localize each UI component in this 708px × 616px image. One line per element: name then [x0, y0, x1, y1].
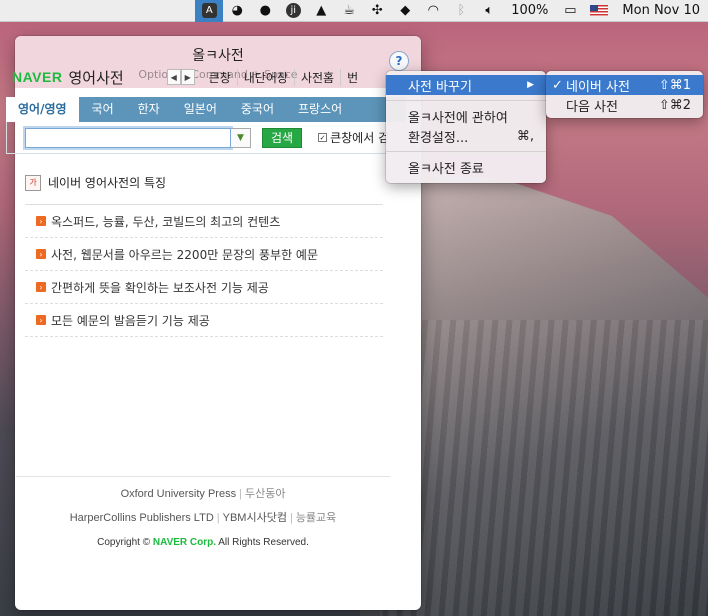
- back-arrow-icon[interactable]: ◀: [166, 69, 181, 85]
- submenu-item-naver[interactable]: ✓ 네이버 사전 ⇧⌘1: [546, 75, 703, 95]
- tab-english[interactable]: 영어/영영: [5, 97, 80, 122]
- features-heading: 가 네이버 영어사전의 특징: [25, 174, 166, 191]
- menu-item-preferences[interactable]: 환경설정... ⌘,: [386, 126, 546, 146]
- battery-icon[interactable]: ▭: [556, 0, 584, 22]
- pinwheel-icon[interactable]: ✣: [363, 0, 391, 22]
- list-item: › 옥스퍼드, 능률, 두산, 코빌드의 최고의 컨텐츠: [25, 205, 383, 238]
- footer: Oxford University Press | 두산동아 HarperColli…: [16, 476, 390, 548]
- arrow-bullet-icon: ›: [36, 249, 46, 259]
- copyright: Copyright © NAVER Corp. All Rights Reser…: [97, 537, 309, 548]
- menu-item-switch-dictionary[interactable]: 사전 바꾸기 ▶: [386, 75, 546, 95]
- naver-shortcut: ⇧⌘1: [658, 77, 691, 93]
- app-dict-icon[interactable]: A: [195, 0, 224, 22]
- tab-korean[interactable]: 국어: [80, 97, 126, 122]
- search-input[interactable]: [25, 127, 231, 148]
- tab-hanja[interactable]: 한자: [126, 97, 172, 122]
- link-wordbook[interactable]: 내단어장: [236, 68, 294, 86]
- forward-arrow-icon[interactable]: ▶: [180, 69, 195, 85]
- link-translate[interactable]: 번: [340, 68, 364, 86]
- list-item: › 모든 예문의 발음듣기 기능 제공: [25, 304, 383, 337]
- menu-separator: [386, 151, 546, 152]
- preferences-shortcut: ⌘,: [516, 128, 534, 144]
- bluetooth-icon[interactable]: ᛒ: [447, 0, 475, 22]
- checkbox-icon[interactable]: ✓: [318, 133, 328, 142]
- link-large-window[interactable]: 큰창: [203, 69, 237, 86]
- context-menu: 사전 바꾸기 ▶ 올ㅋ사전에 관하여 환경설정... ⌘, 올ㅋ사전 종료: [386, 71, 546, 183]
- wifi-icon[interactable]: ◠: [419, 0, 447, 22]
- timer-icon[interactable]: ◕: [223, 0, 251, 22]
- list-item: › 사전, 웹문서를 아우르는 2200만 문장의 풍부한 예문: [25, 238, 383, 271]
- link-dict-home[interactable]: 사전홈: [293, 68, 340, 86]
- menu-bar: A ◕ ● ji ▲ ☕ ✣ ◆ ◠ ᛒ 🔈︎ 100% ▭ Mon Nov 1…: [0, 0, 708, 22]
- submenu-item-daum[interactable]: 다음 사전 ⇧⌘2: [546, 95, 703, 115]
- tab-chinese[interactable]: 중국어: [229, 97, 286, 122]
- chat-icon[interactable]: ●: [251, 0, 279, 22]
- arrow-bullet-icon: ›: [36, 282, 46, 292]
- coffee-icon[interactable]: ☕: [335, 0, 363, 22]
- footer-publishers-1: Oxford University Press | 두산동아: [120, 488, 286, 500]
- naver-header: NAVER 영어사전 ◀ ▶ 큰창 내단어장 사전홈 번: [12, 66, 402, 88]
- desktop-wallpaper-texture: [380, 320, 708, 616]
- clock[interactable]: Mon Nov 10: [614, 3, 708, 18]
- ji-icon[interactable]: ji: [279, 0, 307, 22]
- features-list: › 옥스퍼드, 능률, 두산, 코빌드의 최고의 컨텐츠 › 사전, 웹문서를 …: [25, 204, 383, 337]
- list-item: › 간편하게 뜻을 확인하는 보조사전 기능 제공: [25, 271, 383, 304]
- flag-icon[interactable]: [590, 5, 609, 16]
- submenu-arrow-icon: ▶: [527, 80, 534, 90]
- menu-item-quit[interactable]: 올ㅋ사전 종료: [386, 157, 546, 177]
- chevron-down-icon[interactable]: ▼: [231, 127, 251, 148]
- features-heading-text: 네이버 영어사전의 특징: [48, 176, 167, 190]
- dictionary-badge-icon: 가: [25, 174, 41, 191]
- tab-japanese[interactable]: 일본어: [172, 97, 229, 122]
- arrow-bullet-icon: ›: [36, 315, 46, 325]
- open-large-window-label: 큰창에서 검: [330, 131, 390, 145]
- naver-logo[interactable]: NAVER: [12, 69, 62, 85]
- search-button[interactable]: 검색: [262, 127, 303, 148]
- daum-shortcut: ⇧⌘2: [658, 97, 691, 113]
- footer-publishers-2: HarperCollins Publishers LTD | YBM시사닷컴 | 능률교…: [69, 512, 337, 524]
- menu-item-about[interactable]: 올ㅋ사전에 관하여: [386, 106, 546, 126]
- menu-separator: [386, 100, 546, 101]
- open-large-window-checkbox[interactable]: ✓ 큰창에서 검: [318, 129, 389, 146]
- tab-french[interactable]: 프랑스어: [286, 97, 354, 122]
- battery-percent: 100%: [511, 3, 549, 18]
- volume-icon[interactable]: 🔈︎: [475, 0, 503, 22]
- dictionary-title: 영어사전: [68, 68, 124, 87]
- dictionary-submenu: ✓ 네이버 사전 ⇧⌘1 다음 사전 ⇧⌘2: [546, 71, 703, 118]
- search-row: ▼ 검색 ✓ 큰창에서 검: [6, 122, 406, 154]
- arrow-bullet-icon: ›: [36, 216, 46, 226]
- checkmark-icon: ✓: [552, 77, 563, 93]
- popover-title: 올ㅋ사전: [192, 48, 244, 64]
- hat-icon[interactable]: ▲: [307, 0, 335, 22]
- dropbox-icon[interactable]: ◆: [391, 0, 419, 22]
- language-tabs: 영어/영영 국어 한자 일본어 중국어 프랑스어: [5, 97, 406, 122]
